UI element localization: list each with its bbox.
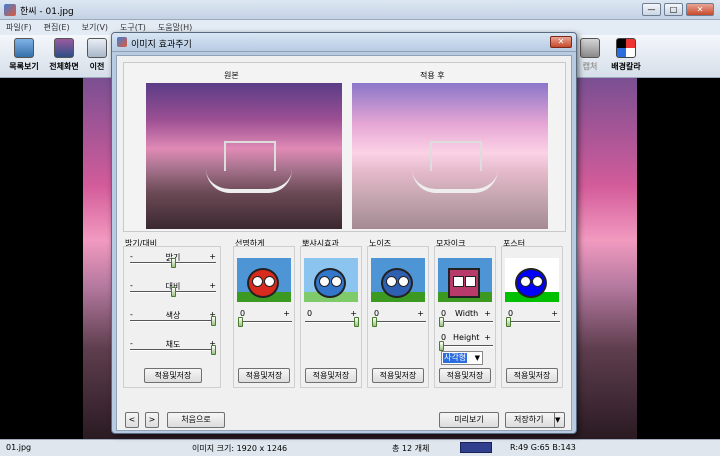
background-color-label: 배경칼라 <box>611 62 641 71</box>
sharpen-thumb[interactable] <box>238 317 243 327</box>
hue-slider[interactable]: - 색상 + <box>130 310 216 326</box>
fullscreen-icon <box>54 38 74 58</box>
prev-image-button[interactable]: < <box>125 412 139 428</box>
dialog-app-icon <box>117 37 127 47</box>
poster-apply-button[interactable]: 적용및저장 <box>506 368 558 383</box>
mosaic-width-slider[interactable] <box>439 311 493 327</box>
poster-slider[interactable] <box>506 311 560 327</box>
save-label: 저장하기 <box>514 415 544 424</box>
saturation-slider[interactable]: - 채도 + <box>130 339 216 355</box>
menu-view[interactable]: 보기(V) <box>82 22 108 33</box>
window-title: 한씨 - 01.jpg <box>20 7 74 17</box>
save-dropdown-icon[interactable]: ▼ <box>554 413 564 427</box>
sharpen-slider[interactable] <box>238 311 292 327</box>
status-rgb: R:49 G:65 B:143 <box>510 443 576 452</box>
status-image-size: 이미지 크기: 1920 x 1246 <box>192 444 288 453</box>
list-view-button[interactable]: 목록보기 <box>2 38 46 72</box>
capture-icon <box>580 38 600 58</box>
minimize-button[interactable]: — <box>642 3 661 16</box>
mosaic-apply-button[interactable]: 적용및저장 <box>439 368 491 383</box>
mosaic-sample-image <box>438 258 492 302</box>
mosaic-shape-select[interactable]: 사각형 ▼ <box>441 351 483 365</box>
menu-file[interactable]: 파일(F) <box>6 22 32 33</box>
poster-panel: 포스터 0 + 적용및저장 <box>501 238 563 388</box>
title-bar: 한씨 - 01.jpg — □ ✕ <box>0 0 720 20</box>
previous-label: 이전 <box>89 62 105 71</box>
contrast-slider[interactable]: - 대비 + <box>130 281 216 297</box>
sharpen-apply-button[interactable]: 적용및저장 <box>238 368 290 383</box>
sharpen-sample-image <box>237 258 291 302</box>
save-button[interactable]: 저장하기 ▼ <box>505 412 565 428</box>
fullscreen-label: 전체화면 <box>49 62 79 71</box>
previous-icon <box>87 38 107 58</box>
brightness-contrast-panel: 밝기/대비 - 밝기 + - 대비 + - 색상 <box>123 238 221 388</box>
background-color-button[interactable]: 배경칼라 <box>604 38 648 72</box>
hue-thumb[interactable] <box>211 316 216 326</box>
capture-label: 캡처 <box>582 62 598 71</box>
status-filename: 01.jpg <box>6 443 32 452</box>
maximize-button[interactable]: □ <box>664 3 683 16</box>
mosaic-height-thumb[interactable] <box>439 341 444 351</box>
soft-glow-thumb[interactable] <box>354 317 359 327</box>
soft-glow-apply-button[interactable]: 적용및저장 <box>305 368 357 383</box>
dialog-title: 이미지 효과주기 <box>131 40 192 50</box>
poster-thumb[interactable] <box>506 317 511 327</box>
after-label: 적용 후 <box>420 71 445 80</box>
noise-sample-image <box>371 258 425 302</box>
dialog-title-bar: 이미지 효과주기 ✕ <box>112 33 576 52</box>
mosaic-shape-value: 사각형 <box>443 353 468 363</box>
soft-glow-slider[interactable] <box>305 311 359 327</box>
status-bar: 01.jpg 이미지 크기: 1920 x 1246 총 12 개체 R:49 … <box>0 439 720 456</box>
mosaic-width-thumb[interactable] <box>439 317 444 327</box>
image-effects-dialog: 이미지 효과주기 ✕ 원본 적용 후 밝기/대비 - 밝기 + <box>111 32 577 434</box>
brightness-thumb[interactable] <box>171 258 176 268</box>
fullscreen-button[interactable]: 전체화면 <box>42 38 86 72</box>
status-count: 총 12 개체 <box>392 444 430 453</box>
noise-apply-button[interactable]: 적용및저장 <box>372 368 424 383</box>
dialog-close-button[interactable]: ✕ <box>550 36 572 48</box>
preview-group: 원본 적용 후 <box>123 62 566 232</box>
dialog-body: 원본 적용 후 밝기/대비 - 밝기 + - <box>116 55 572 431</box>
color-swatch <box>460 442 492 453</box>
app-icon <box>4 4 16 16</box>
noise-thumb[interactable] <box>372 317 377 327</box>
soft-glow-panel: 뽀샤시효과 0 + 적용및저장 <box>300 238 362 388</box>
sharpen-panel: 선명하게 0 + 적용및저장 <box>233 238 295 388</box>
close-button[interactable]: ✕ <box>686 3 714 16</box>
brightness-apply-button[interactable]: 적용및저장 <box>144 368 202 383</box>
reset-button[interactable]: 처음으로 <box>167 412 225 428</box>
list-view-label: 목록보기 <box>9 62 39 71</box>
noise-slider[interactable] <box>372 311 426 327</box>
mosaic-panel: 모자이크 0 Width + 0 Height + 사각형 ▼ 적용및저장 <box>434 238 496 388</box>
original-preview-image <box>146 83 342 229</box>
previous-button[interactable]: 이전 <box>82 38 112 72</box>
background-color-icon <box>616 38 636 58</box>
chevron-down-icon: ▼ <box>474 354 480 362</box>
after-preview-image <box>352 83 548 229</box>
soft-glow-sample-image <box>304 258 358 302</box>
next-image-button[interactable]: > <box>145 412 159 428</box>
mosaic-height-slider[interactable] <box>439 335 493 351</box>
original-label: 원본 <box>224 71 239 80</box>
list-view-icon <box>14 38 34 58</box>
contrast-thumb[interactable] <box>171 287 176 297</box>
brightness-slider[interactable]: - 밝기 + <box>130 252 216 268</box>
preview-button[interactable]: 미리보기 <box>439 412 499 428</box>
noise-panel: 노이즈 0 + 적용및저장 <box>367 238 429 388</box>
poster-sample-image <box>505 258 559 302</box>
menu-edit[interactable]: 편집(E) <box>44 22 70 33</box>
saturation-thumb[interactable] <box>211 345 216 355</box>
